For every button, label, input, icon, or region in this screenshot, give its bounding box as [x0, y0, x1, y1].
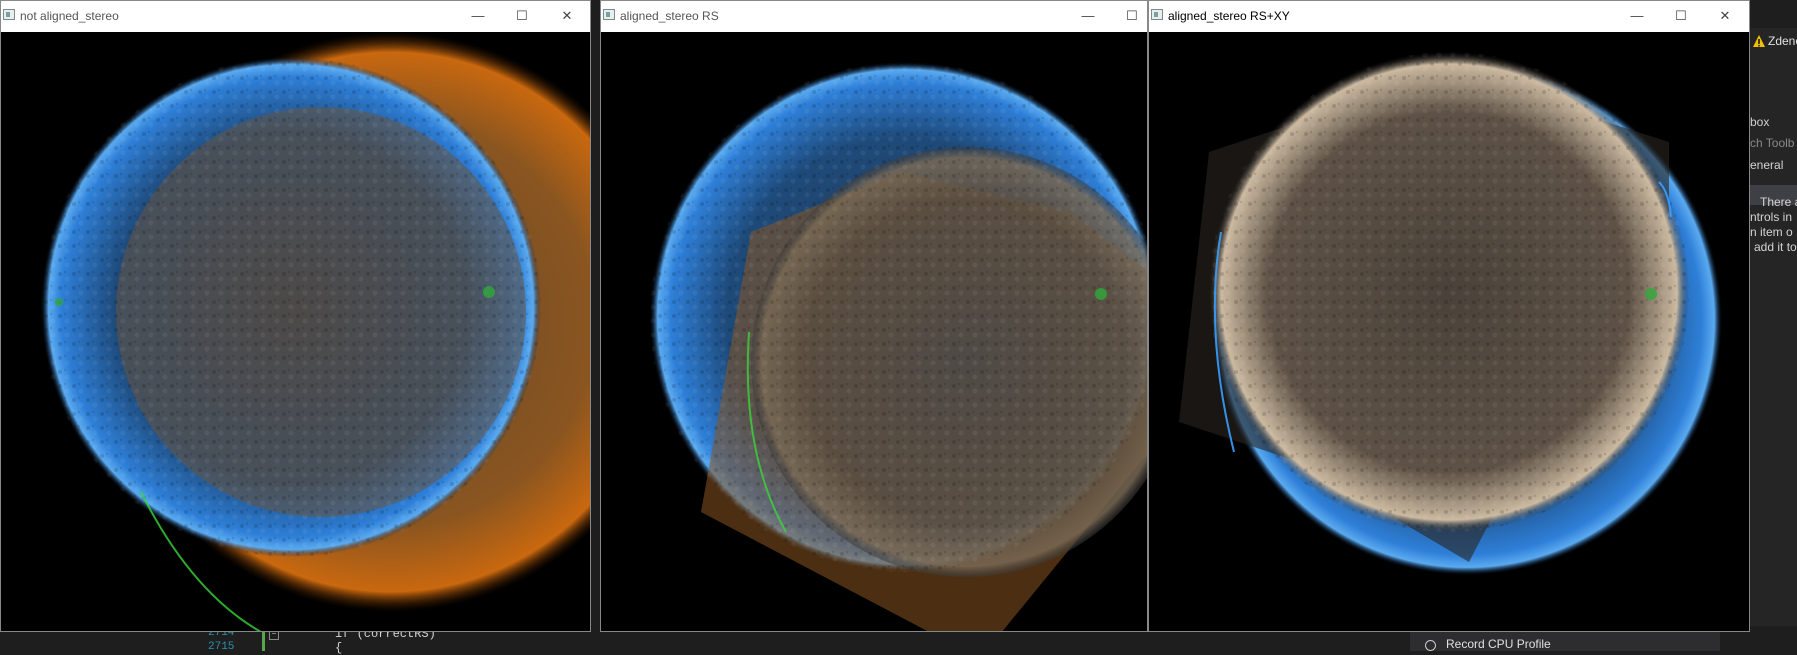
record-radio-icon[interactable]: [1425, 640, 1436, 651]
sun-overlay-image: [601, 32, 1147, 631]
title-bar[interactable]: not aligned_stereo — ☐ ✕: [1, 1, 590, 31]
window-title: aligned_stereo RS: [620, 9, 719, 23]
info-text-line: add it to: [1754, 240, 1797, 254]
minimize-icon[interactable]: —: [460, 5, 496, 27]
code-brace: {: [335, 641, 343, 655]
tab-general[interactable]: eneral: [1750, 158, 1783, 172]
image-canvas[interactable]: [1149, 32, 1749, 631]
record-cpu-profile-label[interactable]: Record CPU Profile: [1446, 637, 1551, 651]
info-text-line: ntrols in: [1750, 210, 1793, 224]
image-canvas[interactable]: [1, 32, 590, 631]
minimize-icon[interactable]: —: [1070, 5, 1106, 27]
info-text-line: n item o: [1750, 225, 1793, 239]
sun-overlay-image: [1, 32, 590, 631]
window-not-aligned-stereo[interactable]: not aligned_stereo — ☐ ✕: [0, 0, 591, 632]
account-warning[interactable]: Zdeně: [1750, 30, 1797, 52]
line-number: 2715: [208, 641, 235, 653]
app-icon: [603, 9, 615, 20]
image-canvas[interactable]: [601, 32, 1147, 631]
window-title: not aligned_stereo: [20, 9, 119, 23]
app-icon: [1151, 9, 1163, 20]
toolbox-label: box: [1750, 115, 1770, 129]
window-aligned-stereo-rs[interactable]: aligned_stereo RS — ☐: [600, 0, 1148, 632]
minimize-icon[interactable]: —: [1619, 5, 1655, 27]
toolbox-search-input[interactable]: ch Toolb: [1750, 136, 1794, 150]
title-bar[interactable]: aligned_stereo RS+XY — ☐ ✕: [1149, 1, 1749, 31]
account-name: Zdeně: [1768, 34, 1797, 48]
close-icon[interactable]: ✕: [1707, 5, 1743, 27]
sun-overlay-image: [1149, 32, 1749, 631]
warning-icon: [1753, 35, 1765, 47]
info-text-line: There a: [1760, 195, 1797, 209]
title-bar[interactable]: aligned_stereo RS — ☐: [601, 1, 1147, 31]
close-icon[interactable]: ✕: [549, 5, 585, 27]
maximize-icon[interactable]: ☐: [504, 5, 540, 27]
maximize-icon[interactable]: ☐: [1663, 5, 1699, 27]
window-title: aligned_stereo RS+XY: [1168, 9, 1290, 23]
app-icon: [3, 9, 15, 20]
window-aligned-stereo-rs-xy[interactable]: aligned_stereo RS+XY — ☐ ✕: [1148, 0, 1750, 632]
toolbox-panel: box ch Toolb eneral There a ntrols in n …: [1750, 28, 1797, 626]
maximize-icon[interactable]: ☐: [1114, 5, 1150, 27]
